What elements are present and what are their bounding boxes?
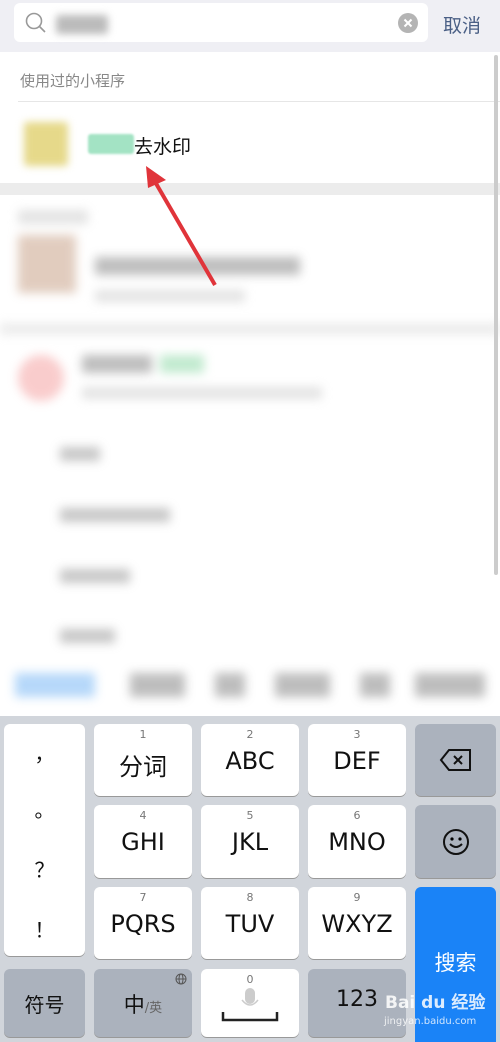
emoji-button[interactable]: [415, 805, 496, 878]
key-label: ABC: [225, 747, 275, 775]
space-key[interactable]: 0: [201, 969, 299, 1037]
key-number: 4: [139, 809, 147, 822]
key-label: WXYZ: [321, 910, 393, 938]
cancel-button[interactable]: 取消: [443, 11, 481, 38]
search-key-label: 搜索: [434, 951, 477, 975]
key-8[interactable]: 8 TUV: [201, 887, 299, 959]
key-number: 2: [246, 728, 254, 741]
search-icon: [25, 12, 46, 33]
key-label: TUV: [225, 910, 275, 938]
key-5[interactable]: 5 JKL: [201, 805, 299, 878]
mini-program-icon: [24, 122, 68, 166]
backspace-button[interactable]: [415, 724, 496, 796]
key-label: DEF: [333, 747, 381, 775]
section-gap: [0, 183, 500, 195]
key-1[interactable]: 1 分词: [94, 724, 192, 796]
language-toggle[interactable]: 中/英: [94, 969, 192, 1037]
globe-icon: [175, 973, 187, 985]
search-query-redacted: [56, 15, 108, 34]
mini-program-item[interactable]: 去水印: [0, 102, 492, 183]
backspace-icon: [439, 749, 471, 771]
key-label: MNO: [328, 828, 386, 856]
key-7[interactable]: 7 PQRS: [94, 887, 192, 959]
lang-sub: /英: [144, 1001, 163, 1016]
scrollbar[interactable]: [494, 55, 498, 575]
key-number: 9: [353, 891, 361, 904]
key-number: 5: [246, 809, 254, 822]
section-title: 使用过的小程序: [20, 72, 126, 90]
lang-main: 中: [123, 993, 145, 1017]
key-number: 6: [353, 809, 361, 822]
punctuation-column[interactable]: ， 。 ？ ！: [4, 724, 85, 956]
key-period[interactable]: 。: [4, 794, 85, 823]
search-input[interactable]: [14, 3, 428, 42]
key-exclaim[interactable]: ！: [4, 914, 85, 943]
key-4[interactable]: 4 GHI: [94, 805, 192, 878]
key-number: 1: [139, 728, 147, 741]
key-comma[interactable]: ，: [4, 738, 85, 767]
key-number: 7: [139, 891, 147, 904]
key-2[interactable]: 2 ABC: [201, 724, 299, 796]
key-number: 8: [246, 891, 254, 904]
key-number: 3: [353, 728, 361, 741]
key-number: 0: [246, 973, 254, 986]
key-label: JKL: [231, 828, 269, 856]
emoji-icon: [442, 829, 469, 855]
key-question[interactable]: ？: [4, 854, 85, 883]
symbols-label: 符号: [24, 993, 65, 1017]
key-9[interactable]: 9 WXYZ: [308, 887, 406, 959]
watermark-url: jingyan.baidu.com: [384, 1016, 477, 1027]
key-6[interactable]: 6 MNO: [308, 805, 406, 878]
key-3[interactable]: 3 DEF: [308, 724, 406, 796]
key-label: 分词: [119, 753, 167, 781]
keyboard: ， 。 ？ ！ 1 分词 2 ABC 3 DEF 4 GHI 5 JKL 6 MNO 7 PQ…: [0, 716, 500, 1042]
key-label: PQRS: [110, 910, 176, 938]
mini-program-name: 去水印: [134, 136, 192, 158]
clear-icon[interactable]: [398, 13, 418, 33]
blurred-results: [0, 195, 500, 715]
watermark-logo: Bai du 经验: [385, 993, 486, 1013]
space-mic-icon: [221, 988, 279, 1022]
name-redacted: [88, 134, 134, 154]
symbols-button[interactable]: 符号: [4, 969, 85, 1037]
key-label: GHI: [121, 828, 165, 856]
